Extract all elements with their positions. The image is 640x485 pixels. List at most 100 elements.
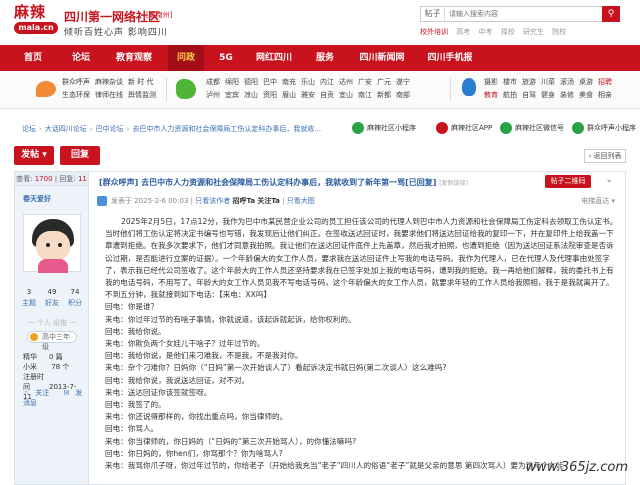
city-link[interactable]: 德阳: [244, 78, 258, 86]
city-link[interactable]: 达州: [339, 78, 353, 86]
city-link[interactable]: 南部: [396, 91, 410, 99]
follow-link[interactable]: 关注Ta: [257, 197, 280, 205]
post-paragraph: 回电：我给你说，是他们来刁难我，不是我，不是我对你。: [105, 351, 303, 361]
lifestyle-link[interactable]: 装修: [560, 91, 574, 99]
city-link[interactable]: 南江: [358, 91, 372, 99]
city-link[interactable]: 自贡: [320, 91, 334, 99]
city-link[interactable]: 凉山: [244, 91, 258, 99]
hot-link[interactable]: 院校: [552, 28, 566, 36]
hot-link[interactable]: 择校: [501, 28, 515, 36]
lifestyle-link[interactable]: 航拍: [503, 91, 517, 99]
hot-link[interactable]: 高考: [456, 28, 470, 36]
back-to-list-button[interactable]: ‹ 返回列表: [584, 149, 626, 163]
friend-count[interactable]: 49: [41, 288, 64, 296]
nav-mobile-paper[interactable]: 四川手机报: [420, 45, 480, 71]
lifestyle-link[interactable]: 健身: [541, 91, 555, 99]
nav-scnews[interactable]: 四川新闻网: [352, 45, 412, 71]
city-link[interactable]: 宜山: [339, 91, 353, 99]
lifestyle-link[interactable]: 川菜: [541, 78, 555, 86]
topic-label[interactable]: 主题: [18, 298, 41, 308]
chevron-down-icon[interactable]: ⌄: [605, 175, 613, 185]
mini-program-link[interactable]: 麻辣社区小程序: [352, 121, 416, 135]
subnav-link[interactable]: 麻辣杂谈: [95, 78, 123, 86]
city-link[interactable]: 成都: [206, 78, 220, 86]
search-input[interactable]: [449, 8, 589, 20]
nav-wenzheng[interactable]: 问政: [168, 45, 204, 71]
breadcrumb-link[interactable]: 论坛: [22, 125, 36, 133]
lifestyle-link[interactable]: 楼市: [503, 78, 517, 86]
lifestyle-link[interactable]: 美食: [579, 91, 593, 99]
topic-count[interactable]: 3: [18, 288, 41, 296]
reply-button[interactable]: 回复: [60, 146, 100, 165]
search-category-select[interactable]: 帖子: [421, 7, 445, 21]
subnav-group-cities: 成都 绵阳 德阳 巴中 南充 乐山 内江 达州 广安 广元 遂宁 泸州 宜宾 凉山 资阳 眉山 雅安 自贡 宜山南…: [206, 76, 415, 102]
lifestyle-link[interactable]: 摄影: [484, 78, 498, 86]
lifestyle-link-highlight[interactable]: 教育: [484, 91, 498, 99]
lifestyle-link[interactable]: 相亲: [598, 91, 612, 99]
search-button[interactable]: ⚲: [602, 6, 620, 22]
qr-code-button[interactable]: 帖子二维码: [545, 175, 591, 188]
subnav-link[interactable]: 群众呼声: [62, 78, 90, 86]
city-link[interactable]: 绵阳: [225, 78, 239, 86]
subnav-link[interactable]: 律师在线: [95, 91, 123, 99]
nav-education[interactable]: 教育观察: [110, 45, 158, 71]
nav-5g[interactable]: 5G: [212, 45, 240, 71]
lifestyle-link[interactable]: 滚汤: [560, 78, 574, 86]
author-name[interactable]: 春天爱好: [15, 186, 88, 204]
breadcrumb-current[interactable]: 去巴中市人力资源和社会保障局工伤认定科办事后，我就收...: [132, 125, 321, 133]
mini-program-icon: [352, 122, 364, 134]
wechat-icon: [500, 122, 512, 134]
new-post-button[interactable]: 发帖 ▾: [14, 146, 54, 165]
city-link[interactable]: 内江: [320, 78, 334, 86]
city-link[interactable]: 南充: [282, 78, 296, 86]
friend-label[interactable]: 好友: [41, 298, 64, 308]
nav-forum[interactable]: 论坛: [66, 45, 96, 71]
city-link[interactable]: 广元: [377, 78, 391, 86]
big-image-link[interactable]: 只看大图: [287, 197, 315, 205]
copy-link[interactable]: [复制链接]: [439, 180, 468, 187]
voice-mini-program-link[interactable]: 群众呼声小程序: [572, 121, 636, 135]
subnav-group-lifestyle: 摄影 楼市 旅游 川菜 滚汤 桌游 招聘 教育 航拍 自驾 健身 装修 美食 相亲: [484, 76, 617, 102]
lifestyle-link[interactable]: 自驾: [522, 91, 536, 99]
new-post-label: 发帖: [21, 150, 40, 160]
hot-link[interactable]: 中考: [478, 28, 492, 36]
city-link[interactable]: 广安: [358, 78, 372, 86]
subnav-link[interactable]: 舆情监测: [128, 91, 156, 99]
city-link[interactable]: 雅安: [301, 91, 315, 99]
points-label[interactable]: 积分: [64, 298, 87, 308]
breadcrumb-link[interactable]: 巴中论坛: [96, 125, 124, 133]
city-link[interactable]: 泸州: [206, 91, 220, 99]
wechat-link[interactable]: 麻辣社区微信号: [500, 121, 564, 135]
hot-link-featured[interactable]: 校外培训: [420, 28, 448, 36]
lifestyle-link[interactable]: 桌游: [579, 78, 593, 86]
city-link[interactable]: 新都: [377, 91, 391, 99]
follow-icon: ☆: [23, 389, 30, 397]
greet-link[interactable]: 招呼Ta: [232, 197, 255, 205]
city-link[interactable]: 乐山: [301, 78, 315, 86]
mini-link-label: 麻辣社区小程序: [367, 124, 416, 132]
subnav-link[interactable]: 生态环保: [62, 91, 90, 99]
lifestyle-link-highlight[interactable]: 招聘: [598, 78, 612, 86]
city-link[interactable]: 遂宁: [396, 78, 410, 86]
city-switch[interactable]: [嘉南州]: [146, 10, 172, 20]
site-logo[interactable]: 麻辣 mala.cn: [14, 4, 60, 38]
level-icon: [30, 333, 38, 341]
nav-wanghong[interactable]: 网红四川: [248, 45, 300, 71]
lifestyle-link[interactable]: 旅游: [522, 78, 536, 86]
avatar[interactable]: [23, 214, 81, 273]
breadcrumb-link[interactable]: 大话四川论坛: [45, 125, 87, 133]
nav-home[interactable]: 首页: [18, 45, 48, 71]
hot-link[interactable]: 研究生: [523, 28, 544, 36]
city-link[interactable]: 宜宾: [225, 91, 239, 99]
jump-to-floor[interactable]: 电梯直达 ▾: [581, 194, 615, 208]
only-author-link[interactable]: 只看该作者: [195, 197, 230, 205]
subnav-link[interactable]: 新 时 代: [128, 78, 153, 86]
points-count[interactable]: 74: [64, 288, 87, 296]
app-link[interactable]: 麻辣社区APP: [436, 121, 492, 135]
follow-button[interactable]: ☆ 关注: [23, 389, 55, 397]
city-link[interactable]: 眉山: [282, 91, 296, 99]
nav-service[interactable]: 服务: [310, 45, 340, 71]
post-paragraph: 来电：你还说得那样的，你找出重点吗，你当律师的。: [105, 412, 288, 422]
city-link[interactable]: 资阳: [263, 91, 277, 99]
city-link[interactable]: 巴中: [263, 78, 277, 86]
